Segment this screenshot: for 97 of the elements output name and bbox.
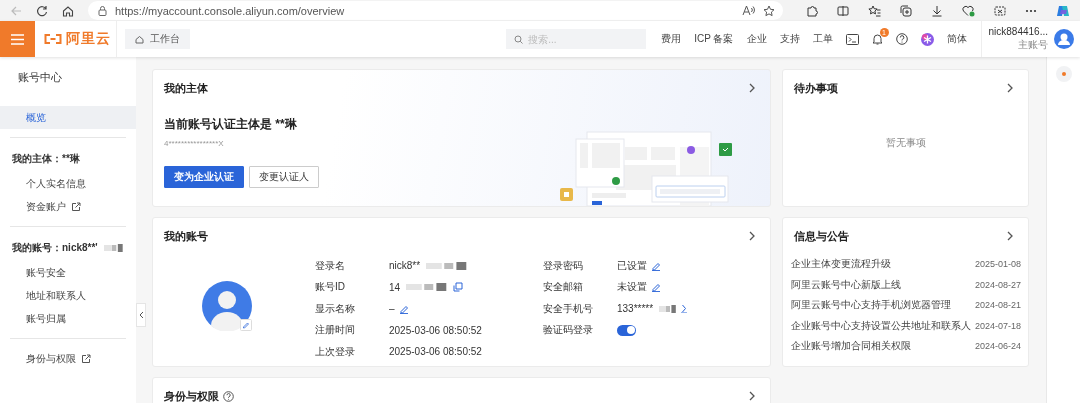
action-button[interactable]: 变更认证人 bbox=[249, 166, 319, 188]
field-value: 未设置 bbox=[617, 280, 647, 295]
account-role: 主账号 bbox=[1018, 38, 1048, 52]
read-aloud-icon[interactable] bbox=[742, 5, 755, 16]
card-title: 信息与公告 bbox=[794, 228, 849, 244]
sidebar-item[interactable]: 账号归属 bbox=[0, 307, 136, 330]
external-link-icon[interactable] bbox=[71, 201, 81, 212]
field-label: 显示名称 bbox=[315, 301, 356, 316]
more-icon[interactable] bbox=[1025, 8, 1037, 13]
chevron-right-icon[interactable] bbox=[681, 304, 688, 314]
news-link[interactable]: 企业主体变更流程升级 bbox=[791, 257, 891, 272]
news-date: 2025-01-08 bbox=[974, 259, 1021, 270]
card-title: 待办事项 bbox=[794, 80, 838, 96]
field-value: 2025-03-06 08:50:52 bbox=[389, 346, 482, 358]
terminal-icon[interactable] bbox=[845, 33, 859, 45]
star-icon[interactable] bbox=[763, 4, 775, 17]
field-label: 上次登录 bbox=[315, 344, 356, 359]
field-value: 133***** bbox=[617, 303, 654, 315]
heart-pulse-icon[interactable] bbox=[962, 4, 975, 17]
action-button[interactable]: 变为企业认证 bbox=[164, 166, 244, 188]
field-value: 已设置 bbox=[617, 258, 647, 273]
home-icon[interactable] bbox=[62, 4, 74, 17]
help-icon[interactable] bbox=[895, 33, 908, 45]
toggle-switch[interactable] bbox=[617, 324, 636, 336]
assistant-icon[interactable] bbox=[920, 32, 934, 46]
edit-icon[interactable] bbox=[398, 303, 409, 314]
collapse-handle[interactable] bbox=[136, 303, 146, 327]
nav-link[interactable]: 企业 bbox=[746, 32, 767, 46]
bracket-logo-icon[interactable] bbox=[44, 34, 62, 44]
search-icon bbox=[514, 34, 524, 44]
field-value: nick8** bbox=[389, 260, 421, 272]
workbench-button[interactable]: 工作台 bbox=[125, 29, 190, 49]
field-label: 安全手机号 bbox=[543, 301, 594, 316]
chevron-right-icon[interactable] bbox=[748, 83, 756, 93]
menu-icon bbox=[11, 33, 24, 45]
collections-icon[interactable] bbox=[900, 4, 912, 17]
split-screen-icon[interactable] bbox=[837, 4, 849, 17]
download-icon[interactable] bbox=[931, 4, 943, 17]
field-value: – bbox=[389, 303, 395, 315]
chevron-right-icon[interactable] bbox=[1006, 83, 1014, 93]
id-number: 4****************X bbox=[163, 138, 225, 148]
field-value: 2025-03-06 08:50:52 bbox=[389, 324, 482, 336]
nav-link[interactable]: ICP 备案 bbox=[694, 32, 734, 46]
field-label: 验证码登录 bbox=[543, 323, 594, 338]
news-link[interactable]: 阿里云账号中心支持手机浏览器管理 bbox=[791, 298, 951, 313]
news-link[interactable]: 企业账号增加合同相关权限 bbox=[791, 339, 911, 354]
sidebar-item[interactable]: 概览 bbox=[0, 106, 136, 129]
news-date: 2024-07-18 bbox=[975, 320, 1022, 331]
field-label: 账号ID bbox=[315, 280, 346, 295]
sidebar-item[interactable]: 个人实名信息 bbox=[0, 172, 136, 195]
sidebar-item[interactable]: 身份与权限 bbox=[0, 347, 136, 370]
floating-dot-icon[interactable] bbox=[1055, 66, 1072, 82]
field-label: 登录密码 bbox=[543, 258, 584, 273]
nav-link[interactable]: 支持 bbox=[779, 32, 800, 46]
field-label: 注册时间 bbox=[315, 323, 356, 338]
language-link[interactable]: 简体 bbox=[946, 32, 967, 46]
chevron-right-icon[interactable] bbox=[1006, 231, 1014, 241]
sidebar-item[interactable]: 账号安全 bbox=[0, 261, 136, 284]
user-name[interactable]: nick884416... bbox=[988, 26, 1048, 37]
copilot-icon[interactable] bbox=[1056, 3, 1070, 18]
bell-icon[interactable] bbox=[871, 33, 883, 45]
card-title: 我的主体 bbox=[164, 80, 208, 96]
profile-avatar bbox=[202, 281, 252, 331]
favorites-icon[interactable] bbox=[868, 4, 881, 17]
copy-icon[interactable] bbox=[453, 282, 464, 293]
nav-link[interactable]: 费用 bbox=[661, 32, 682, 46]
news-link[interactable]: 企业账号中心支持设置公共地址和联系人 bbox=[791, 318, 971, 333]
chevron-right-icon[interactable] bbox=[748, 231, 756, 241]
external-link-icon[interactable] bbox=[81, 353, 91, 364]
card-title: 我的账号 bbox=[164, 228, 208, 244]
section-heading: 我的主体：**琳 bbox=[12, 152, 80, 166]
edit-icon[interactable] bbox=[651, 260, 661, 271]
news-date: 2024-08-21 bbox=[974, 300, 1021, 311]
home-icon bbox=[135, 34, 144, 44]
edit-icon[interactable] bbox=[651, 282, 661, 293]
sidebar-item[interactable]: 资金账户 bbox=[0, 195, 136, 218]
empty-message: 暂无事项 bbox=[885, 137, 926, 148]
chevron-right-icon[interactable] bbox=[748, 391, 756, 401]
help-icon[interactable] bbox=[223, 390, 234, 402]
field-label: 登录名 bbox=[315, 258, 346, 273]
sidebar-title: 账号中心 bbox=[17, 70, 63, 85]
nav-link[interactable]: 工单 bbox=[812, 32, 833, 46]
section-heading: 我的账号：nick8**' bbox=[12, 241, 98, 255]
refresh-icon[interactable] bbox=[36, 4, 48, 17]
field-value: 14 bbox=[389, 281, 401, 293]
field-label: 安全邮箱 bbox=[543, 280, 584, 295]
news-link[interactable]: 阿里云账号中心新版上线 bbox=[791, 277, 901, 292]
news-date: 2024-08-27 bbox=[974, 279, 1021, 290]
card-title: 身份与权限 bbox=[164, 388, 219, 403]
puzzle-icon[interactable] bbox=[806, 4, 818, 17]
subject-heading: 当前账号认证主体是 **琳 bbox=[163, 116, 298, 133]
screenshot-icon[interactable] bbox=[994, 4, 1006, 17]
chevron-left-icon bbox=[138, 311, 144, 319]
avatar-icon[interactable] bbox=[1054, 29, 1074, 49]
news-date: 2024-06-24 bbox=[974, 341, 1021, 352]
sidebar-item[interactable]: 地址和联系人 bbox=[0, 284, 136, 307]
lock-icon bbox=[98, 5, 107, 16]
